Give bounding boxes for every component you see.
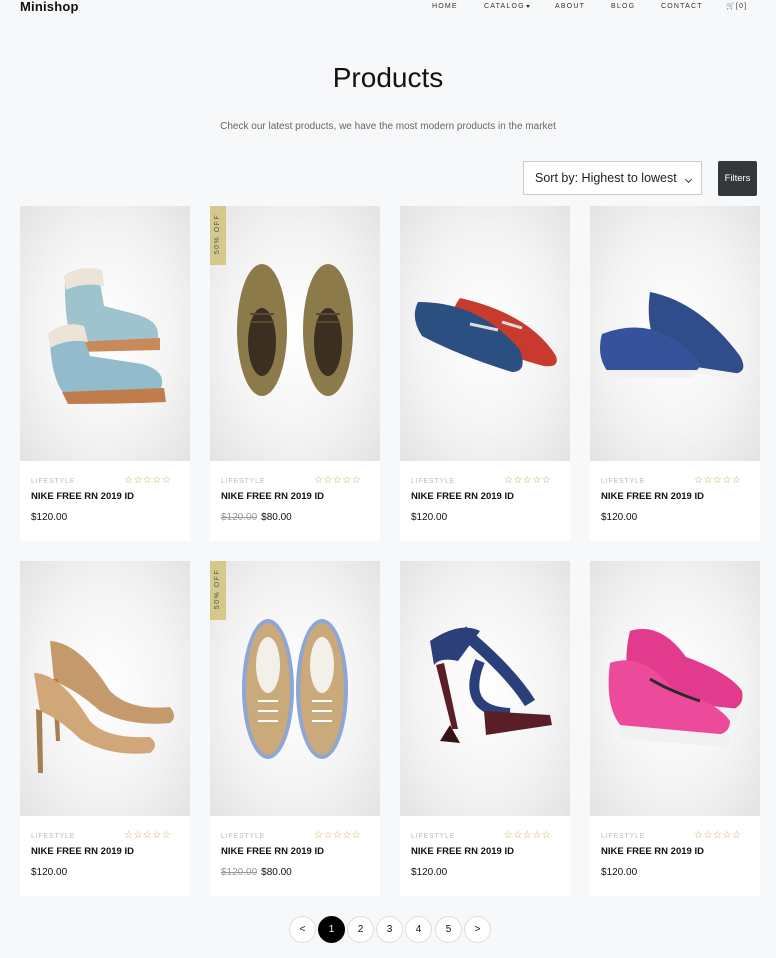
pagination-page-4[interactable]: 4 — [405, 916, 432, 943]
product-card[interactable]: LIFESTYLE ☆☆☆☆☆ NIKE FREE RN 2019 ID $12… — [590, 561, 760, 896]
nav-cart[interactable]: 🛒[0] — [726, 2, 747, 12]
product-price-group: $120.00 $80.00 — [221, 512, 292, 523]
pagination-prev-button[interactable]: < — [289, 916, 316, 943]
chevron-down-icon — [684, 175, 693, 184]
pagination-page-1[interactable]: 1 — [318, 916, 345, 943]
rating-stars: ☆☆☆☆☆ — [694, 830, 742, 841]
nav-blog[interactable]: BLOG — [611, 2, 635, 12]
product-name[interactable]: NIKE FREE RN 2019 ID — [411, 491, 514, 502]
nav-catalog-label: CATALOG — [484, 3, 525, 10]
product-category: LIFESTYLE — [221, 833, 266, 840]
chevron-down-icon — [525, 4, 530, 8]
product-name[interactable]: NIKE FREE RN 2019 ID — [221, 846, 324, 857]
product-category: LIFESTYLE — [601, 833, 646, 840]
discount-badge-text: 50% OFF — [214, 568, 221, 610]
product-category: LIFESTYLE — [601, 478, 646, 485]
product-card[interactable]: 50% OFF LIFESTYLE ☆☆☆☆☆ NIKE FREE RN 201… — [210, 206, 380, 541]
product-price-group: $120.00 — [601, 867, 637, 878]
product-image-beige-high-heels[interactable] — [20, 561, 190, 816]
discount-badge-text: 50% OFF — [214, 213, 221, 255]
pagination-next-button[interactable]: > — [464, 916, 491, 943]
product-category: LIFESTYLE — [31, 478, 76, 485]
product-price: $120.00 — [411, 867, 448, 878]
rating-stars: ☆☆☆☆☆ — [694, 475, 742, 486]
product-category: LIFESTYLE — [411, 478, 456, 485]
product-price: $80.00 — [261, 512, 292, 523]
product-image-blue-winter-boots[interactable] — [20, 206, 190, 461]
product-old-price: $120.00 — [221, 867, 258, 878]
product-name[interactable]: NIKE FREE RN 2019 ID — [31, 846, 134, 857]
pagination: < 1 2 3 4 5 > — [0, 916, 776, 944]
page-title: Products — [332, 62, 444, 93]
product-price-group: $120.00 — [411, 867, 447, 878]
product-card[interactable]: 50% OFF LIFESTYLE ☆☆☆☆☆ NIKE FREE RN 201… — [210, 561, 380, 896]
pagination-page-2[interactable]: 2 — [347, 916, 374, 943]
main-nav: HOME CATALOG ABOUT BLOG CONTACT 🛒[0] — [0, 2, 776, 12]
product-price-group: $120.00 — [601, 512, 637, 523]
cart-count: [0] — [735, 3, 748, 10]
product-card[interactable]: LIFESTYLE ☆☆☆☆☆ NIKE FREE RN 2019 ID $12… — [590, 206, 760, 541]
product-category: LIFESTYLE — [221, 478, 266, 485]
sort-select[interactable]: Sort by: Highest to lowest — [523, 161, 702, 195]
product-card[interactable]: LIFESTYLE ☆☆☆☆☆ NIKE FREE RN 2019 ID $12… — [400, 561, 570, 896]
nav-about[interactable]: ABOUT — [555, 2, 585, 12]
product-image-navy-strappy-heels[interactable] — [400, 561, 570, 816]
discount-badge: 50% OFF — [210, 206, 226, 265]
product-image-loafers-blue-red[interactable] — [400, 206, 570, 461]
product-name[interactable]: NIKE FREE RN 2019 ID — [221, 491, 324, 502]
product-old-price: $120.00 — [221, 512, 258, 523]
rating-stars: ☆☆☆☆☆ — [504, 475, 552, 486]
product-card[interactable]: LIFESTYLE ☆☆☆☆☆ NIKE FREE RN 2019 ID $12… — [400, 206, 570, 541]
product-price-group: $120.00 — [31, 867, 67, 878]
product-price-group: $120.00 — [411, 512, 447, 523]
product-price-group: $120.00 — [31, 512, 67, 523]
rating-stars: ☆☆☆☆☆ — [314, 830, 362, 841]
product-card[interactable]: LIFESTYLE ☆☆☆☆☆ NIKE FREE RN 2019 ID $12… — [20, 561, 190, 896]
discount-badge: 50% OFF — [210, 561, 226, 620]
rating-stars: ☆☆☆☆☆ — [124, 475, 172, 486]
product-price: $120.00 — [601, 512, 638, 523]
product-name[interactable]: NIKE FREE RN 2019 ID — [31, 491, 134, 502]
filters-button[interactable]: Filters — [718, 161, 757, 196]
product-price: $80.00 — [261, 867, 292, 878]
product-price: $120.00 — [411, 512, 448, 523]
product-card[interactable]: LIFESTYLE ☆☆☆☆☆ NIKE FREE RN 2019 ID $12… — [20, 206, 190, 541]
rating-stars: ☆☆☆☆☆ — [124, 830, 172, 841]
product-image-navy-canvas-sneakers[interactable] — [590, 206, 760, 461]
product-name[interactable]: NIKE FREE RN 2019 ID — [601, 491, 704, 502]
product-name[interactable]: NIKE FREE RN 2019 ID — [411, 846, 514, 857]
rating-stars: ☆☆☆☆☆ — [504, 830, 552, 841]
product-category: LIFESTYLE — [411, 833, 456, 840]
nav-home[interactable]: HOME — [432, 2, 458, 12]
product-image-brown-suede-shoes[interactable]: 50% OFF — [210, 206, 380, 461]
pagination-page-5[interactable]: 5 — [435, 916, 462, 943]
cart-icon: 🛒 — [726, 3, 736, 10]
pagination-page-3[interactable]: 3 — [376, 916, 403, 943]
product-category: LIFESTYLE — [31, 833, 76, 840]
product-price-group: $120.00 $80.00 — [221, 867, 292, 878]
product-price: $120.00 — [601, 867, 638, 878]
product-price: $120.00 — [31, 867, 68, 878]
page-subtitle: Check our latest products, we have the m… — [220, 121, 556, 132]
product-image-tan-canvas-sneakers[interactable]: 50% OFF — [210, 561, 380, 816]
nav-contact[interactable]: CONTACT — [661, 2, 703, 12]
product-price: $120.00 — [31, 512, 68, 523]
sort-select-value: Sort by: Highest to lowest — [535, 171, 677, 185]
product-name[interactable]: NIKE FREE RN 2019 ID — [601, 846, 704, 857]
rating-stars: ☆☆☆☆☆ — [314, 475, 362, 486]
product-image-pink-running-shoes[interactable] — [590, 561, 760, 816]
nav-catalog[interactable]: CATALOG — [484, 2, 530, 12]
